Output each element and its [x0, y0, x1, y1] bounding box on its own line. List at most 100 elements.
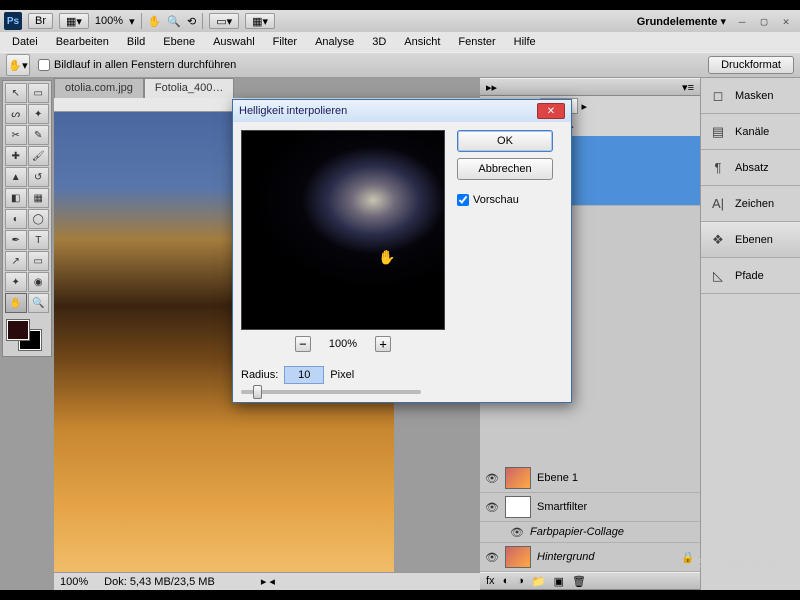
dialog-titlebar[interactable]: Helligkeit interpolieren ✕ [233, 100, 571, 122]
status-zoom[interactable]: 100% [60, 576, 88, 588]
arrange-docs-button[interactable]: ▦▾ [59, 13, 89, 29]
strip-ebenen[interactable]: ❖Ebenen [701, 222, 800, 258]
status-bar: 100% Dok: 5,43 MB/23,5 MB ▸ ◂ [54, 572, 480, 590]
title-bar: Ps Br ▦▾ 100%▾ ✋ 🔍 ⟲ ▭▾ ▦▾ Grundelemente… [0, 10, 800, 32]
preview-zoom: 100% [329, 338, 357, 350]
wand-tool[interactable]: ✦ [28, 104, 50, 124]
close-button[interactable]: ✕ [776, 14, 796, 28]
brush-tool[interactable]: 🖌 [28, 146, 50, 166]
layer-name: Ebene 1 [537, 472, 578, 484]
strip-pfade[interactable]: ◺Pfade [701, 258, 800, 294]
radius-slider[interactable] [241, 390, 421, 394]
layer-thumb [505, 467, 531, 489]
eraser-tool[interactable]: ◧ [5, 188, 27, 208]
folder-icon[interactable]: 📁 [532, 575, 546, 588]
menu-hilfe[interactable]: Hilfe [506, 34, 544, 50]
menu-3d[interactable]: 3D [364, 34, 394, 50]
cancel-button[interactable]: Abbrechen [457, 158, 553, 180]
shape-tool[interactable]: ▭ [28, 251, 50, 271]
menu-bar: Datei Bearbeiten Bild Ebene Auswahl Filt… [0, 32, 800, 52]
strip-absatz[interactable]: ¶Absatz [701, 150, 800, 186]
3d-camera-tool[interactable]: ◉ [28, 272, 50, 292]
layer-row[interactable]: 👁 Hintergrund 🔒 [480, 543, 700, 572]
hand-icon[interactable]: ✋ [148, 15, 162, 28]
print-format-button[interactable]: Druckformat [708, 56, 794, 74]
adjust-icon[interactable]: ◑ [517, 575, 524, 587]
menu-ansicht[interactable]: Ansicht [396, 34, 448, 50]
hand-tool[interactable]: ✋ [5, 293, 27, 313]
menu-bild[interactable]: Bild [119, 34, 153, 50]
move-tool[interactable]: ↖ [5, 83, 27, 103]
mask-icon[interactable]: ◐ [503, 575, 510, 587]
history-brush-tool[interactable]: ↺ [28, 167, 50, 187]
visibility-icon[interactable]: 👁 [485, 550, 499, 564]
menu-fenster[interactable]: Fenster [450, 34, 503, 50]
heal-tool[interactable]: ✚ [5, 146, 27, 166]
ok-button[interactable]: OK [457, 130, 553, 152]
gradient-tool[interactable]: ▦ [28, 188, 50, 208]
eyedropper-tool[interactable]: ✎ [28, 125, 50, 145]
path-tool[interactable]: ↗ [5, 251, 27, 271]
blur-tool[interactable]: ◐ [5, 209, 27, 229]
menu-filter[interactable]: Filter [265, 34, 305, 50]
toolbox: ↖▭ ᔕ✦ ✂✎ ✚🖌 ▲↺ ◧▦ ◐◯ ✒T ↗▭ ✦◉ ✋🔍 [2, 80, 52, 357]
doc-tab-1[interactable]: otolia.com.jpg [54, 78, 144, 98]
layer-row[interactable]: 👁 Smartfilter [480, 493, 700, 522]
zoom-in-button[interactable]: + [375, 336, 391, 352]
scroll-all-checkbox[interactable]: Bildlauf in allen Fenstern durchführen [38, 59, 236, 71]
screen-mode-button[interactable]: ▭▾ [209, 13, 239, 29]
character-icon: A| [709, 195, 727, 213]
visibility-icon[interactable]: 👁 [485, 500, 499, 514]
filter-preview[interactable]: ✋ [241, 130, 445, 330]
extras-button[interactable]: ▦▾ [245, 13, 275, 29]
new-layer-icon[interactable]: ▣ [554, 575, 564, 588]
radius-input[interactable] [284, 366, 324, 384]
zoom-tool[interactable]: 🔍 [28, 293, 50, 313]
hand-tool-icon[interactable]: ✋▾ [6, 54, 30, 76]
radius-label: Radius: [241, 369, 278, 381]
zoom-icon[interactable]: 🔍 [167, 15, 181, 28]
layers-footer: fx ◐ ◑ 📁 ▣ 🗑 [480, 572, 700, 590]
radius-unit: Pixel [330, 369, 354, 381]
menu-datei[interactable]: Datei [4, 34, 46, 50]
mask-icon: ◻ [709, 87, 727, 105]
strip-zeichen[interactable]: A|Zeichen [701, 186, 800, 222]
pen-tool[interactable]: ✒ [5, 230, 27, 250]
menu-ebene[interactable]: Ebene [155, 34, 203, 50]
preview-checkbox[interactable]: Vorschau [457, 194, 553, 206]
menu-auswahl[interactable]: Auswahl [205, 34, 263, 50]
3d-tool[interactable]: ✦ [5, 272, 27, 292]
fg-color-swatch[interactable] [7, 320, 29, 340]
color-swatches[interactable] [5, 318, 45, 354]
maximize-button[interactable]: ▢ [754, 14, 774, 28]
rotate-icon[interactable]: ⟲ [187, 15, 196, 28]
minimize-button[interactable]: — [732, 14, 752, 28]
menu-bearbeiten[interactable]: Bearbeiten [48, 34, 117, 50]
trash-icon[interactable]: 🗑 [572, 575, 586, 588]
strip-kanaele[interactable]: ▤Kanäle [701, 114, 800, 150]
dodge-tool[interactable]: ◯ [28, 209, 50, 229]
zoom-out-button[interactable]: − [295, 336, 311, 352]
fx-icon[interactable]: fx [486, 575, 495, 587]
visibility-icon[interactable]: 👁 [485, 471, 499, 485]
dialog-close-button[interactable]: ✕ [537, 103, 565, 119]
stamp-tool[interactable]: ▲ [5, 167, 27, 187]
layers-icon: ❖ [709, 231, 727, 249]
crop-tool[interactable]: ✂ [5, 125, 27, 145]
menu-analyse[interactable]: Analyse [307, 34, 362, 50]
channels-icon: ▤ [709, 123, 727, 141]
slider-thumb[interactable] [253, 385, 262, 399]
layer-row[interactable]: 👁 Farbpapier-Collage [480, 522, 700, 543]
visibility-icon[interactable]: 👁 [510, 525, 524, 539]
type-tool[interactable]: T [28, 230, 50, 250]
bridge-button[interactable]: Br [28, 13, 53, 29]
lasso-tool[interactable]: ᔕ [5, 104, 27, 124]
paths-icon: ◺ [709, 267, 727, 285]
doc-tab-2[interactable]: Fotolia_400… [144, 78, 235, 98]
strip-masken[interactable]: ◻Masken [701, 78, 800, 114]
layer-name: Farbpapier-Collage [530, 526, 624, 538]
layer-thumb [505, 496, 531, 518]
workspace-switcher[interactable]: Grundelemente ▾ [637, 15, 726, 28]
layer-row[interactable]: 👁 Ebene 1 [480, 464, 700, 493]
marquee-tool[interactable]: ▭ [28, 83, 50, 103]
